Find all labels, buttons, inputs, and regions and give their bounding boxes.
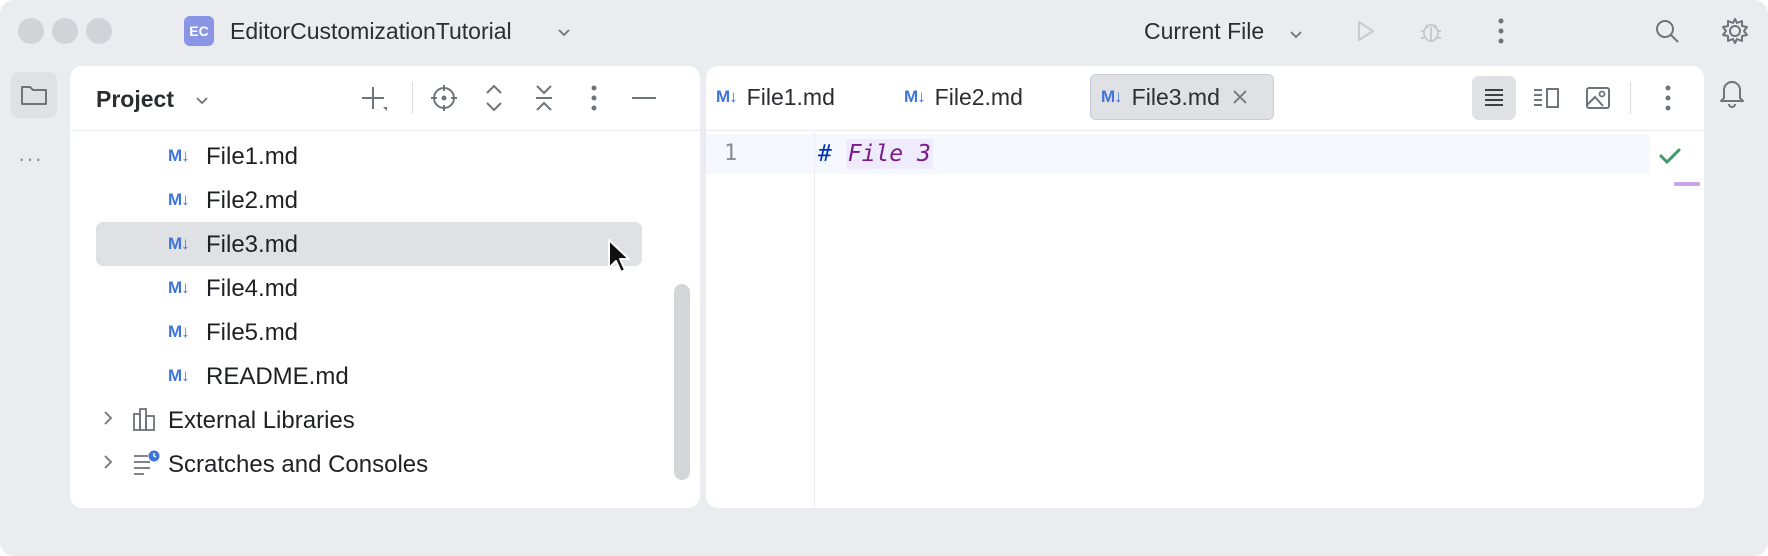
project-panel: Project M↓ File1.md M↓ File2.md M↓ File3…: [70, 66, 700, 508]
tab-label: File1.md: [746, 83, 835, 110]
preview-only-icon[interactable]: [1576, 76, 1620, 120]
tree-item-label: File1.md: [206, 143, 299, 170]
more-vertical-icon[interactable]: [1646, 76, 1690, 120]
debug-icon[interactable]: [1412, 12, 1450, 50]
search-icon[interactable]: [1648, 12, 1686, 50]
gutter-divider: [814, 130, 815, 508]
tab-label: File3.md: [1131, 83, 1220, 110]
tree-item-label: README.md: [206, 363, 349, 390]
heading-text: File 3: [845, 139, 933, 169]
tree-item-label: File5.md: [206, 319, 299, 346]
chevron-right-icon[interactable]: [98, 408, 118, 428]
tab-file2[interactable]: M↓ File2.md: [904, 74, 1023, 120]
more-vertical-icon[interactable]: [576, 80, 612, 116]
tree-item-readme[interactable]: M↓ README.md: [70, 354, 700, 398]
markdown-file-icon: M↓: [168, 278, 190, 297]
tree-item-file5[interactable]: M↓ File5.md: [70, 310, 700, 354]
tree-item-external-libraries[interactable]: External Libraries: [70, 398, 700, 442]
add-icon[interactable]: [356, 80, 392, 116]
chevron-down-icon[interactable]: [194, 92, 210, 108]
heading-marker: #: [818, 141, 832, 167]
tree-item-label: External Libraries: [168, 407, 355, 434]
library-icon: [133, 408, 155, 431]
scratches-icon: [134, 450, 160, 475]
settings-gear-icon[interactable]: [1716, 12, 1754, 50]
tree-item-label: File3.md: [206, 231, 299, 258]
ide-window: EC EditorCustomizationTutorial Current F…: [0, 0, 1768, 556]
notifications-bell-icon[interactable]: [1718, 78, 1746, 108]
tree-item-file1[interactable]: M↓ File1.md: [70, 134, 700, 178]
tree-item-label: File2.md: [206, 187, 299, 214]
zoom-window-button[interactable]: [86, 18, 112, 44]
project-name[interactable]: EditorCustomizationTutorial: [230, 18, 512, 45]
minimize-window-button[interactable]: [52, 18, 78, 44]
run-config-selector[interactable]: Current File: [1144, 18, 1264, 45]
title-bar: EC EditorCustomizationTutorial Current F…: [0, 0, 1768, 62]
markdown-file-icon: M↓: [168, 322, 190, 341]
panel-title[interactable]: Project: [96, 86, 174, 113]
chevron-right-icon[interactable]: [98, 452, 118, 472]
more-horizontal-icon[interactable]: ···: [18, 146, 43, 172]
tab-file1[interactable]: M↓ File1.md: [716, 74, 835, 120]
toolbar-divider: [1630, 82, 1631, 114]
markdown-file-icon: M↓: [168, 234, 190, 253]
close-window-button[interactable]: [18, 18, 44, 44]
code-line[interactable]: # File 3: [818, 139, 933, 169]
minimize-icon[interactable]: [626, 80, 662, 116]
project-panel-header: Project: [70, 66, 700, 131]
run-icon[interactable]: [1346, 12, 1384, 50]
editor-panel: M↓ File1.md M↓ File2.md M↓ File3.md 1 # …: [706, 66, 1704, 508]
markdown-file-icon: M↓: [168, 366, 190, 385]
tree-item-scratches[interactable]: Scratches and Consoles: [70, 442, 700, 486]
line-number: 1: [724, 141, 738, 166]
more-vertical-icon[interactable]: [1482, 12, 1520, 50]
project-badge[interactable]: EC: [184, 16, 214, 46]
locate-icon[interactable]: [426, 80, 462, 116]
ok-check-icon[interactable]: [1656, 142, 1684, 170]
tree-item-label: Scratches and Consoles: [168, 451, 429, 478]
markdown-file-icon: M↓: [716, 87, 738, 106]
toolbar-divider: [412, 82, 413, 114]
tab-file3[interactable]: M↓ File3.md: [1090, 74, 1274, 120]
markdown-file-icon: M↓: [168, 190, 190, 209]
project-tool-window-button[interactable]: [11, 72, 57, 118]
chevron-down-icon[interactable]: [556, 24, 572, 40]
collapse-all-icon[interactable]: [526, 80, 562, 116]
markdown-file-icon: M↓: [168, 146, 190, 165]
editor-tabs: M↓ File1.md M↓ File2.md M↓ File3.md: [706, 66, 1704, 131]
folder-icon: [21, 86, 47, 105]
chevron-down-icon[interactable]: [1288, 26, 1304, 42]
close-icon[interactable]: [1232, 89, 1248, 105]
tab-label: File2.md: [934, 83, 1023, 110]
tree-item-label: File4.md: [206, 275, 299, 302]
expand-all-icon[interactable]: [476, 80, 512, 116]
markdown-file-icon: M↓: [1101, 87, 1123, 106]
tree-item-file2[interactable]: M↓ File2.md: [70, 178, 700, 222]
error-stripe-marker[interactable]: [1674, 182, 1700, 186]
markdown-file-icon: M↓: [904, 87, 926, 106]
editor-only-icon[interactable]: [1472, 76, 1516, 120]
split-view-icon[interactable]: [1524, 76, 1568, 120]
scrollbar-thumb[interactable]: [674, 284, 690, 480]
mouse-pointer-icon: [608, 239, 630, 273]
